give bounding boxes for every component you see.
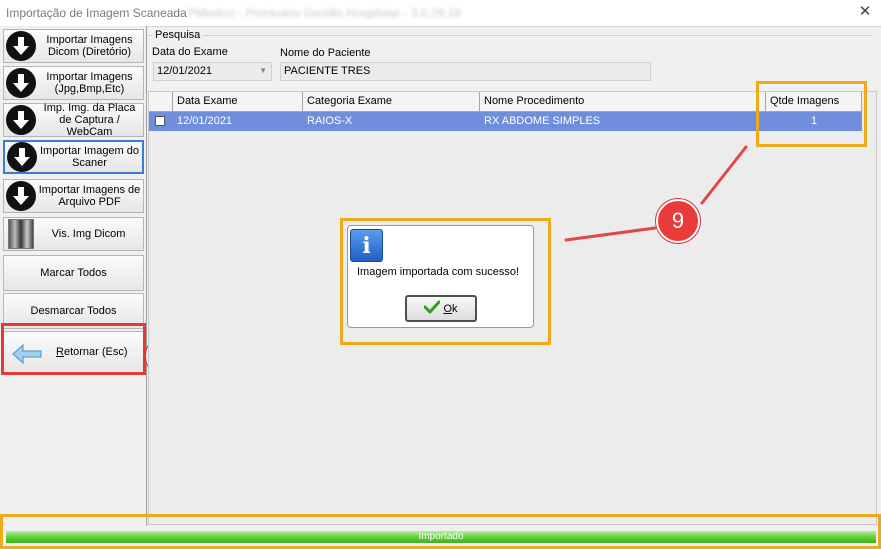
step-badge-9: 9 — [656, 199, 700, 243]
status-progress-bar: Importado — [6, 531, 876, 543]
connector-line-to-qty — [700, 145, 748, 205]
connector-line-to-dialog — [564, 226, 657, 242]
annotation-connectors — [564, 145, 748, 242]
